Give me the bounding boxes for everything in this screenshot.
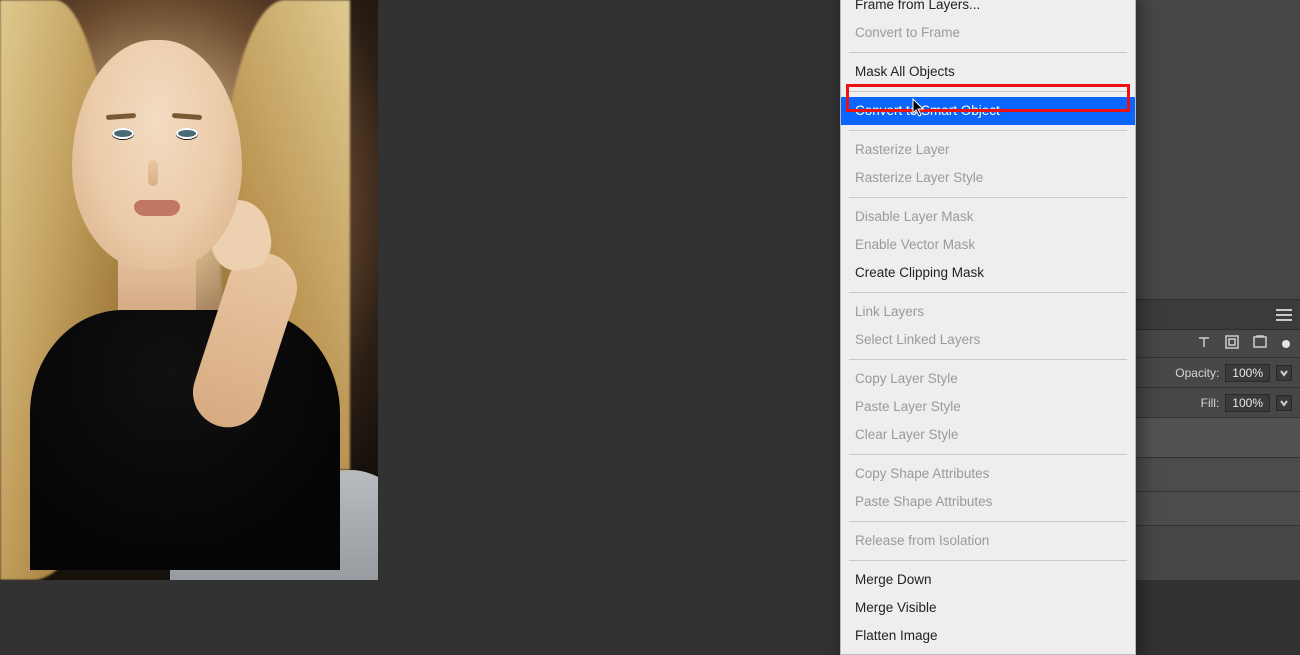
menu-item: Paste Shape Attributes	[841, 488, 1135, 516]
fill-dropdown[interactable]	[1276, 395, 1292, 411]
menu-item[interactable]: Convert to Smart Object	[841, 97, 1135, 125]
portrait-clothing	[30, 310, 340, 570]
menu-separator	[849, 197, 1127, 198]
canvas-image	[0, 0, 378, 580]
menu-item[interactable]: Flatten Image	[841, 622, 1135, 650]
portrait-face	[72, 40, 242, 270]
smartobject-icon[interactable]	[1252, 334, 1268, 353]
opacity-value[interactable]: 100%	[1225, 364, 1270, 382]
panel-menu-icon[interactable]	[1276, 309, 1292, 321]
portrait-nose	[148, 160, 158, 186]
fill-label: Fill:	[1201, 396, 1220, 410]
menu-item: Copy Shape Attributes	[841, 460, 1135, 488]
portrait-eye	[176, 128, 198, 139]
filter-toggle-icon[interactable]	[1282, 340, 1290, 348]
menu-separator	[849, 359, 1127, 360]
menu-item: Enable Vector Mask	[841, 231, 1135, 259]
menu-item[interactable]: Create Clipping Mask	[841, 259, 1135, 287]
cursor-icon	[912, 98, 926, 118]
layer-context-menu: Frame from Layers...Convert to Frame Mask…	[840, 0, 1136, 655]
menu-separator	[849, 130, 1127, 131]
menu-item[interactable]: Merge Visible	[841, 594, 1135, 622]
menu-separator	[849, 454, 1127, 455]
portrait-lips	[134, 200, 180, 216]
menu-item: Disable Layer Mask	[841, 203, 1135, 231]
menu-item: Rasterize Layer Style	[841, 164, 1135, 192]
portrait-eye	[112, 128, 134, 139]
opacity-label: Opacity:	[1175, 366, 1219, 380]
menu-separator	[849, 560, 1127, 561]
menu-separator	[849, 521, 1127, 522]
menu-item: Paste Layer Style	[841, 393, 1135, 421]
menu-item: Link Layers	[841, 298, 1135, 326]
opacity-dropdown[interactable]	[1276, 365, 1292, 381]
menu-item: Release from Isolation	[841, 527, 1135, 555]
menu-item: Copy Layer Style	[841, 365, 1135, 393]
menu-separator	[849, 292, 1127, 293]
menu-item: Convert to Frame	[841, 19, 1135, 47]
shape-icon[interactable]	[1224, 334, 1240, 353]
fill-value[interactable]: 100%	[1225, 394, 1270, 412]
menu-item[interactable]: Merge Down	[841, 566, 1135, 594]
menu-separator	[849, 91, 1127, 92]
menu-item: Rasterize Layer	[841, 136, 1135, 164]
menu-item: Select Linked Layers	[841, 326, 1135, 354]
type-icon[interactable]	[1196, 334, 1212, 353]
menu-item: Clear Layer Style	[841, 421, 1135, 449]
menu-item[interactable]: Frame from Layers...	[841, 0, 1135, 19]
menu-item[interactable]: Mask All Objects	[841, 58, 1135, 86]
menu-separator	[849, 52, 1127, 53]
